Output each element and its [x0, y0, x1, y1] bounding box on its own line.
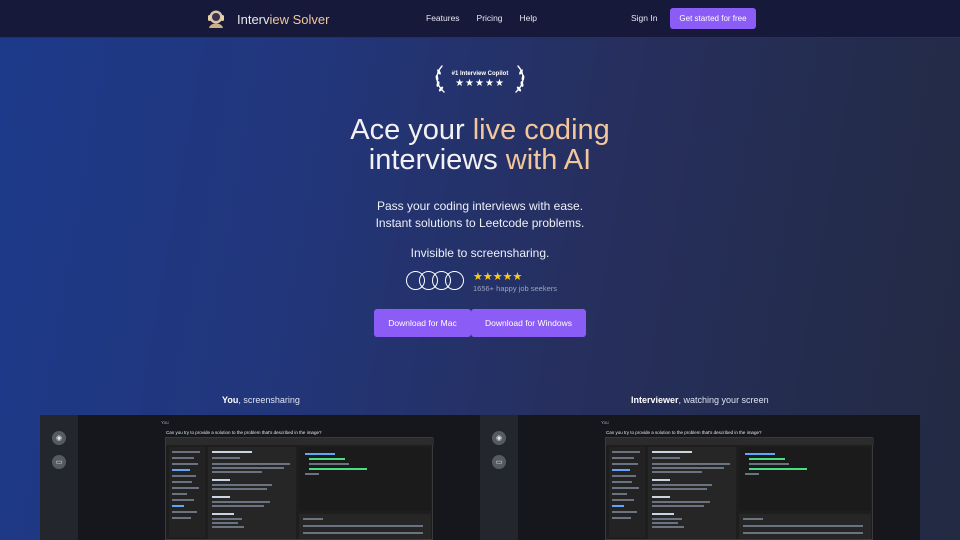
screen-icon: ▭ [492, 455, 506, 469]
subtitle-line-2: Instant solutions to Leetcode problems. [375, 215, 585, 230]
hero-subtitle: Pass your coding interviews with ease. I… [0, 198, 960, 231]
nav-link-pricing[interactable]: Pricing [477, 13, 503, 23]
nav-links: Features Pricing Help [426, 13, 537, 23]
logo-icon [208, 10, 224, 28]
camera-icon: ◉ [492, 431, 506, 445]
headline-line2-white: interviews [368, 144, 506, 176]
caption-you: You, screensharing [222, 395, 300, 405]
headline-line1-accent: live coding [472, 114, 610, 146]
sign-in-link[interactable]: Sign In [631, 13, 657, 23]
download-mac-button[interactable]: Download for Mac [374, 309, 471, 337]
camera-icon: ◉ [52, 431, 66, 445]
chat-message: Can you try to provide a solution to the… [606, 430, 762, 435]
brand[interactable]: Interview Solver [205, 8, 329, 30]
top-navbar: Interview Solver Features Pricing Help S… [0, 0, 960, 38]
download-windows-button[interactable]: Download for Windows [471, 309, 586, 337]
badge-title: #1 Interview Copilot [451, 71, 509, 77]
subtitle-invisible: Invisible to screensharing. [410, 246, 550, 260]
nav-link-features[interactable]: Features [426, 13, 460, 23]
brand-name: Interview Solver [237, 11, 330, 27]
user-avatars [406, 271, 466, 291]
nav-link-help[interactable]: Help [520, 13, 537, 23]
award-badge: #1 Interview Copilot ★★★★★ [432, 62, 528, 96]
demo-chat: You Can you try to provide a solution to… [78, 415, 480, 540]
avatar [445, 271, 464, 290]
demo-chat: You Can you try to provide a solution to… [518, 415, 920, 540]
screen-icon: ▭ [52, 455, 66, 469]
subtitle-line-1: Pass your coding interviews with ease. [376, 199, 584, 213]
headline-line2-accent: with AI [505, 144, 592, 176]
demo-screen-you: ◉ ▭ You Can you try to provide a solutio… [40, 415, 480, 540]
leetcode-screenshot [165, 437, 434, 540]
chat-sender: You [601, 420, 609, 425]
chat-message: Can you try to provide a solution to the… [166, 430, 322, 435]
demo-screen-interviewer: ◉ ▭ You Can you try to provide a solutio… [480, 415, 920, 540]
badge-stars: ★★★★★ [455, 78, 505, 89]
rating-text: 1656+ happy job seekers [473, 284, 558, 293]
leetcode-screenshot [605, 437, 874, 540]
headline-line1-white: Ace your [350, 114, 473, 146]
rating-stars: ★★★★★ [473, 271, 523, 283]
caption-interviewer: Interviewer, watching your screen [631, 395, 769, 405]
demo-sidebar: ◉ ▭ [480, 415, 518, 540]
get-started-button[interactable]: Get started for free [670, 8, 756, 29]
chat-sender: You [161, 420, 169, 425]
hero-headline: Ace your live coding interviews with AI [0, 115, 960, 175]
demo-sidebar: ◉ ▭ [40, 415, 78, 540]
